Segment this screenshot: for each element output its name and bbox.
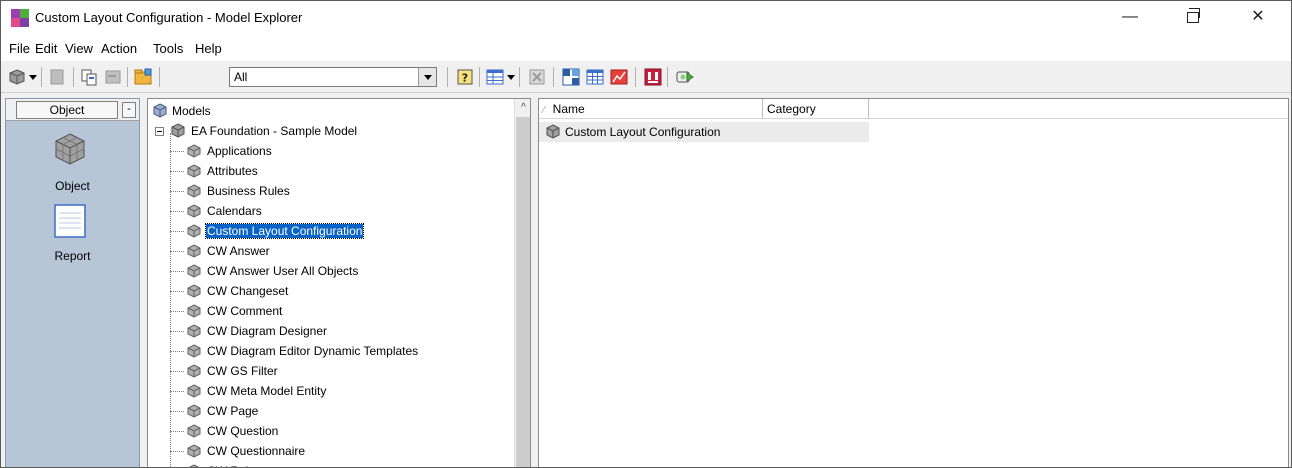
object-type-icon [187,264,201,278]
collapse-icon[interactable] [155,127,164,136]
list-header: ⁄ Name Category [539,99,1288,119]
filter-select[interactable]: All [229,67,437,87]
table-icon[interactable] [585,67,605,87]
menu-action[interactable]: Action [101,41,137,56]
menu-help[interactable]: Help [195,41,222,56]
report-item-label[interactable]: Report [6,249,139,263]
column-header-category[interactable]: Category [763,99,869,119]
menu-file[interactable]: File [9,41,30,56]
delete-icon[interactable] [527,67,547,87]
report-page-icon[interactable] [54,204,86,238]
object-type-icon [187,204,201,218]
tree-item-label: CW Role [206,464,256,467]
object-panel-collapse-button[interactable]: - [122,102,136,118]
tree-item-label: Applications [207,144,272,158]
tree-item-label: CW Questionnaire [207,444,306,458]
tree-item-label: CW GS Filter [207,364,278,378]
tree-item-label: CW Answer [207,244,270,258]
object-item-label[interactable]: Object [6,179,139,193]
object-type-icon [187,184,201,198]
filter-select-value: All [234,70,248,84]
object-type-icon [187,404,201,418]
maximize-button[interactable] [1171,1,1217,35]
tree-item-label: Calendars [207,204,262,218]
copy-icon[interactable] [79,67,99,87]
folder-icon[interactable] [133,67,153,87]
layout-icon[interactable] [561,67,581,87]
close-icon: ✕ [1251,8,1265,25]
tree-item-label: Business Rules [207,184,290,198]
menu-view[interactable]: View [65,41,93,56]
model-dropdown-arrow[interactable] [29,75,37,80]
tree-item-label: CW Diagram Designer [207,324,328,338]
tree-item-label: CW Question [207,424,279,438]
tree-item-label: CW Comment [207,304,283,318]
chevron-down-icon[interactable] [418,68,436,86]
tree-item-label: CW Answer User All Objects [207,264,359,278]
object-type-icon [188,464,200,467]
menu-bar: File Edit View Action Tools Help [1,35,1291,61]
chart-icon[interactable] [609,67,629,87]
toolbar: All ? [1,61,1291,93]
app-icon [11,9,29,27]
view-dropdown-arrow[interactable] [507,75,515,80]
grid-view-icon[interactable] [485,67,505,87]
disabled-document-icon[interactable] [103,67,123,87]
object-type-icon [187,424,201,438]
list-item-name: Custom Layout Configuration [565,125,721,139]
menu-edit[interactable]: Edit [35,41,57,56]
tree-item-label: Attributes [207,164,258,178]
object-type-icon [187,304,201,318]
scroll-up-icon[interactable]: ^ [515,99,530,116]
minimize-icon: — [1122,8,1138,25]
tree-item-label: CW Changeset [207,284,289,298]
object-type-icon [187,284,201,298]
menu-tools[interactable]: Tools [153,41,183,56]
run-icon[interactable] [675,67,695,87]
minimize-button[interactable]: — [1107,1,1153,35]
column-header-name[interactable]: ⁄ Name [539,99,763,119]
object-type-icon [187,344,201,358]
tree-item-label: CW Diagram Editor Dynamic Templates [207,344,419,358]
model-icon[interactable] [7,67,27,87]
sort-icon: ⁄ [543,105,545,116]
object-type-icon [187,244,201,258]
report-icon[interactable] [643,67,663,87]
model-cube-icon [171,123,185,138]
help-icon[interactable]: ? [455,67,475,87]
object-cube-icon [546,124,560,139]
tree-item-label: Custom Layout Configuration [204,223,365,239]
main-window: Custom Layout Configuration - Model Expl… [0,0,1292,468]
object-type-icon [187,144,201,158]
object-panel-header: Object - [6,99,139,121]
models-icon [153,103,167,118]
close-button[interactable]: ✕ [1235,1,1281,35]
object-type-icon [187,224,201,238]
disabled-icon[interactable] [47,67,67,87]
object-type-icon [187,364,201,378]
tree-scrollbar[interactable]: ^ [514,99,530,467]
tree-model-label: EA Foundation - Sample Model [191,124,358,138]
object-list: ⁄ Name Category Custom Layout Configurati… [538,98,1289,467]
tree-item-label: CW Page [207,404,259,418]
window-title: Custom Layout Configuration - Model Expl… [35,10,303,25]
title-bar: Custom Layout Configuration - Model Expl… [1,1,1291,35]
object-type-icon [187,444,201,458]
object-panel-title-button[interactable]: Object [16,101,118,119]
restore-icon [1187,8,1200,23]
model-tree: Models EA Foundation - Sample Model Appl… [147,98,531,467]
object-type-icon [187,384,201,398]
tree-item-label: CW Meta Model Entity [207,384,327,398]
svg-text:?: ? [462,72,468,85]
object-cube-icon[interactable] [52,131,88,167]
tree-root-label: Models [172,104,211,118]
object-panel: Object - Object Report [5,98,140,467]
object-type-icon [187,324,201,338]
list-item[interactable]: Custom Layout Configuration [539,122,869,142]
object-type-icon [187,164,201,178]
scroll-thumb[interactable] [516,117,530,467]
